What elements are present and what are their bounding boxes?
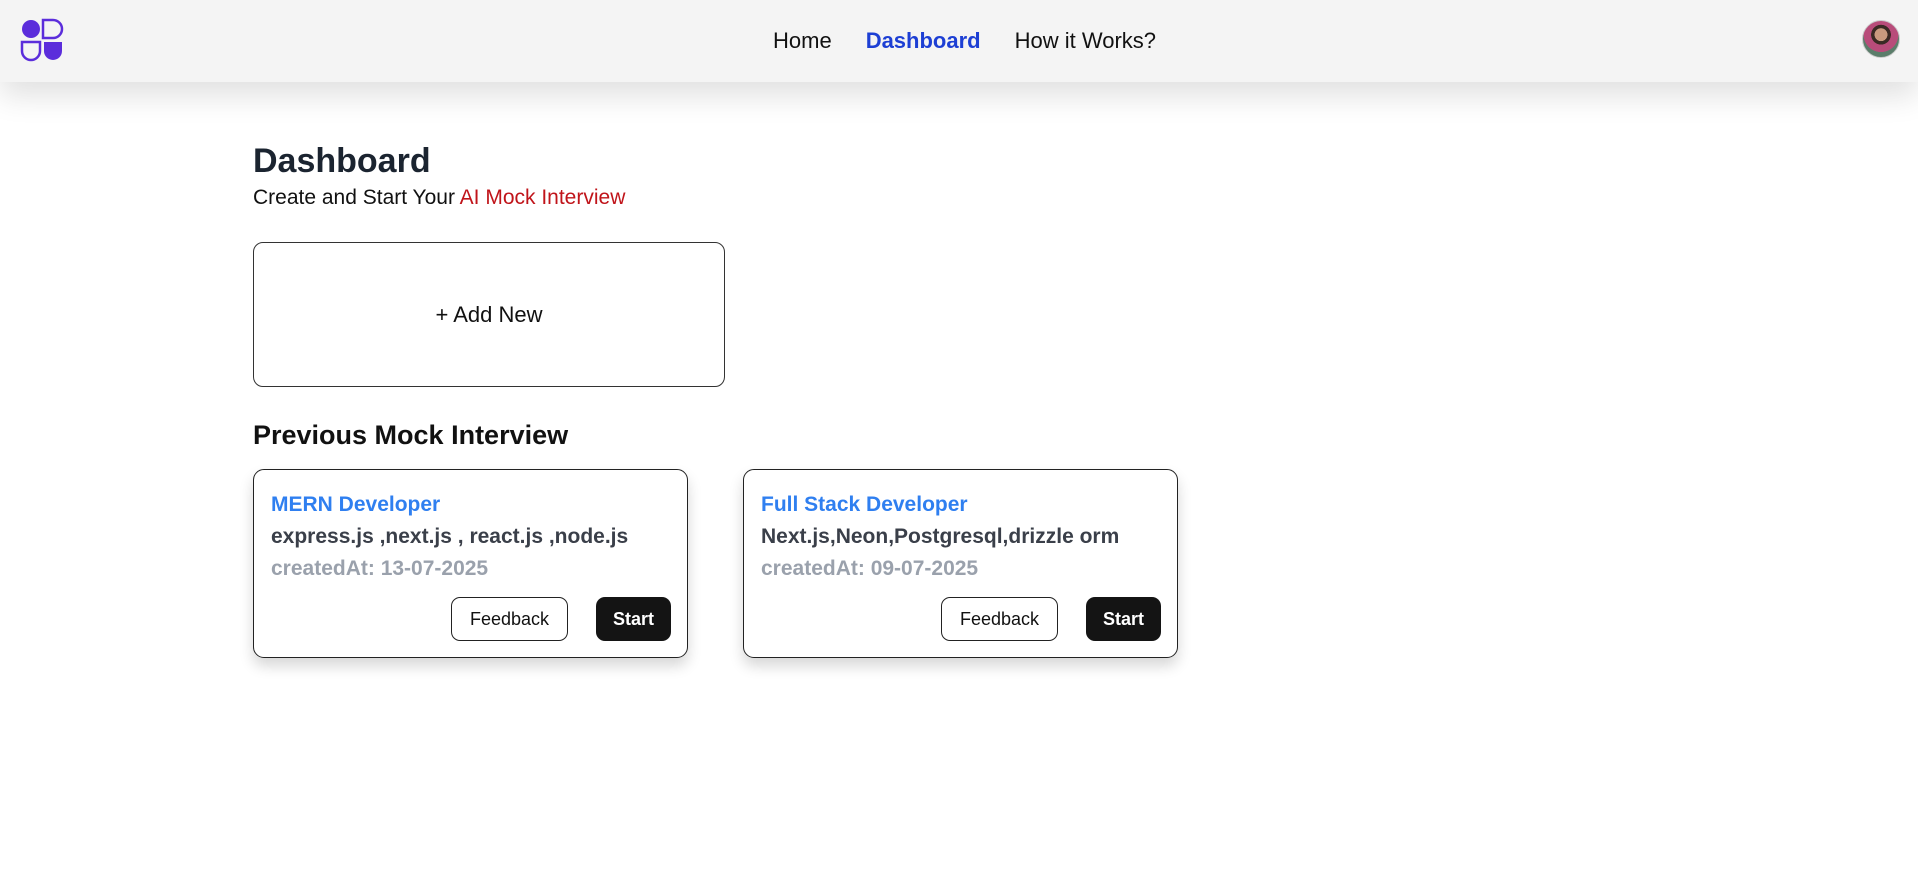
interview-card: Full Stack Developer Next.js,Neon,Postgr…	[743, 469, 1178, 658]
feedback-button[interactable]: Feedback	[451, 597, 568, 641]
start-button[interactable]: Start	[1086, 597, 1161, 641]
interview-tech-stack: Next.js,Neon,Postgresql,drizzle orm	[761, 525, 1120, 548]
interview-created-at: createdAt: 09-07-2025	[761, 557, 979, 580]
subtitle-prefix: Create and Start Your	[253, 186, 460, 209]
section-title-previous: Previous Mock Interview	[253, 420, 569, 450]
card-actions: Feedback Start	[451, 597, 671, 641]
interview-tech-stack: express.js ,next.js , react.js ,node.js	[271, 525, 629, 548]
nav-dashboard[interactable]: Dashboard	[866, 26, 981, 56]
add-new-interview-button[interactable]: + Add New	[253, 242, 725, 387]
main-nav: Home Dashboard How it Works?	[773, 26, 1156, 56]
page-subtitle: Create and Start Your AI Mock Interview	[253, 184, 625, 212]
interview-role: MERN Developer	[271, 493, 441, 516]
app-logo-icon[interactable]	[20, 18, 64, 62]
interview-role: Full Stack Developer	[761, 493, 968, 516]
subtitle-accent: AI Mock Interview	[459, 186, 626, 209]
interview-card: MERN Developer express.js ,next.js , rea…	[253, 469, 688, 658]
feedback-button[interactable]: Feedback	[941, 597, 1058, 641]
dashboard-heading: Dashboard Create and Start Your AI Mock …	[253, 140, 625, 212]
card-actions: Feedback Start	[941, 597, 1161, 641]
nav-home[interactable]: Home	[773, 26, 832, 56]
top-header: Home Dashboard How it Works?	[0, 0, 1918, 82]
page-title: Dashboard	[253, 142, 431, 180]
interview-created-at: createdAt: 13-07-2025	[271, 557, 489, 580]
user-avatar[interactable]	[1862, 20, 1900, 58]
start-button[interactable]: Start	[596, 597, 671, 641]
nav-how-it-works[interactable]: How it Works?	[1015, 26, 1156, 56]
